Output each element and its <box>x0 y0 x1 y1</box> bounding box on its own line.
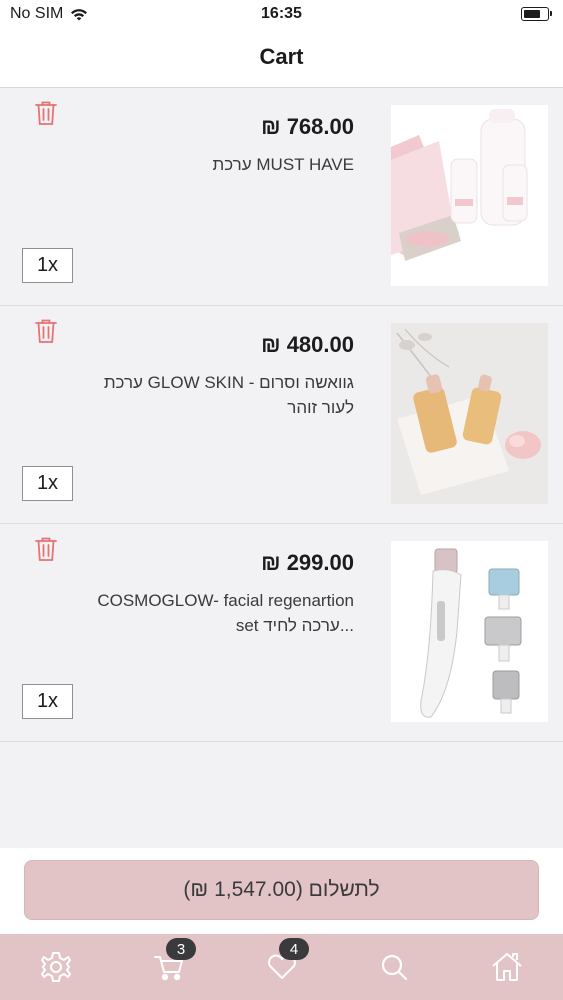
item-price: ₪ 768.00 <box>261 114 354 139</box>
tab-home[interactable] <box>490 950 524 984</box>
item-price: ₪ 480.00 <box>261 332 354 357</box>
cart-list: ₪ 768.00 ערכת MUST HAVE 1x ₪ 480.00 ערכת… <box>0 88 563 742</box>
quantity-selector[interactable]: 1x <box>22 466 73 501</box>
tab-bar: 3 4 <box>0 934 563 1000</box>
cart-item[interactable]: ₪ 299.00 COSMOGLOW- facial regenartion s… <box>0 524 563 742</box>
battery-icon <box>521 7 552 21</box>
checkout-button[interactable]: לתשלום (1,547.00 ₪) <box>24 860 539 920</box>
home-icon <box>492 953 522 981</box>
navigation-bar: Cart <box>0 30 563 88</box>
item-price: ₪ 299.00 <box>261 550 354 575</box>
status-time: 16:35 <box>261 5 302 22</box>
quantity-selector[interactable]: 1x <box>22 684 73 719</box>
trash-icon[interactable] <box>34 100 58 126</box>
status-bar: No SIM 16:35 <box>0 0 563 30</box>
item-name[interactable]: ערכת MUST HAVE <box>74 152 354 177</box>
trash-icon[interactable] <box>34 536 58 562</box>
must-have-kit-image[interactable] <box>391 105 548 286</box>
glow-skin-kit-image[interactable] <box>391 323 548 504</box>
cart-item[interactable]: ₪ 768.00 ערכת MUST HAVE 1x <box>0 88 563 306</box>
cosmoglow-roller-image[interactable] <box>391 541 548 722</box>
item-name[interactable]: ערכת GLOW SKIN - גוואשה וסרום לעור זוהר <box>74 370 354 420</box>
quantity-selector[interactable]: 1x <box>22 248 73 283</box>
page-title: Cart <box>259 44 304 69</box>
wishlist-count-badge: 4 <box>279 938 309 960</box>
tab-search[interactable] <box>377 950 411 984</box>
search-icon <box>381 954 408 981</box>
gear-icon <box>41 952 71 982</box>
tab-wishlist[interactable]: 4 <box>265 938 309 984</box>
cart-item[interactable]: ₪ 480.00 ערכת GLOW SKIN - גוואשה וסרום ל… <box>0 306 563 524</box>
tab-cart[interactable]: 3 <box>152 938 196 984</box>
cart-count-badge: 3 <box>166 938 196 960</box>
tab-settings[interactable] <box>39 950 73 984</box>
item-name[interactable]: COSMOGLOW- facial regenartion set ערכה ל… <box>74 588 354 638</box>
checkout-bar: לתשלום (1,547.00 ₪) <box>0 848 563 934</box>
trash-icon[interactable] <box>34 318 58 344</box>
